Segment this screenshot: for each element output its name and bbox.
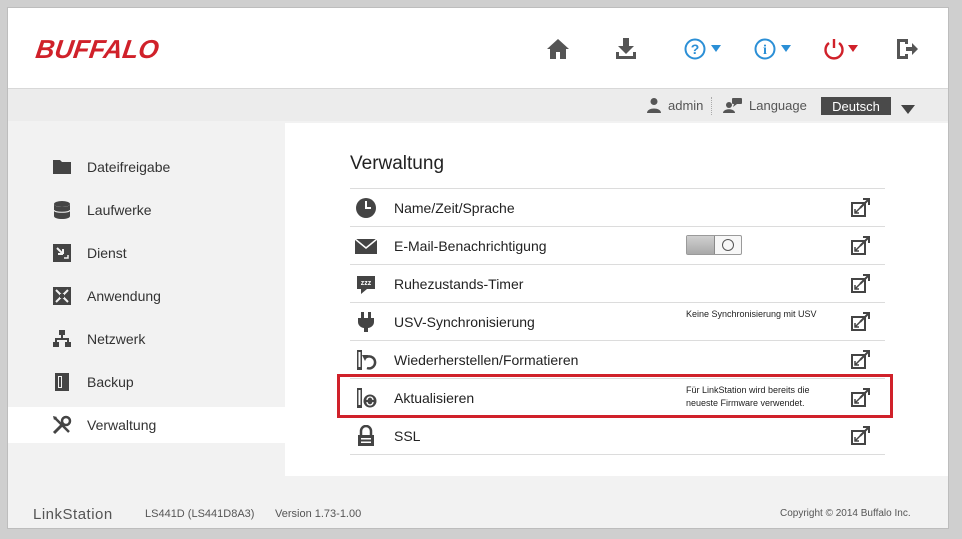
user-icon xyxy=(647,98,661,113)
external-link-icon[interactable] xyxy=(851,273,871,293)
language-label: Language xyxy=(723,97,807,113)
chevron-down-icon[interactable] xyxy=(901,101,915,119)
list-item-email-benachrichtigung[interactable]: E-Mail-Benachrichtigung xyxy=(350,227,885,265)
divider xyxy=(711,97,712,115)
plug-icon xyxy=(358,312,374,332)
svg-text:zzz: zzz xyxy=(361,280,372,287)
update-icon xyxy=(357,388,377,408)
download-icon[interactable] xyxy=(614,36,638,62)
sidebar-item-laufwerke[interactable]: Laufwerke xyxy=(8,192,284,228)
language-select[interactable]: Deutsch xyxy=(821,97,891,115)
firmware-version: Version 1.73-1.00 xyxy=(275,508,362,520)
settings-list: Name/Zeit/Sprache E-Mail-Benachrichtigun… xyxy=(350,188,885,455)
main-panel: Verwaltung Name/Zeit/Sprache E-Mail-Bena… xyxy=(285,123,948,476)
mail-icon xyxy=(355,238,377,254)
lock-icon xyxy=(358,425,374,446)
svg-text:?: ? xyxy=(691,41,700,57)
help-icon[interactable]: ? xyxy=(684,36,724,62)
external-link-icon[interactable] xyxy=(851,235,871,255)
email-toggle-switch[interactable] xyxy=(686,235,742,255)
clock-icon xyxy=(356,198,376,218)
sidebar: Dateifreigabe Laufwerke Dienst Anwendung… xyxy=(8,121,285,476)
external-link-icon[interactable] xyxy=(851,387,871,407)
sub-toolbar: admin Language Deutsch xyxy=(8,89,948,121)
app-window: BUFFALO ? i admin Language Deutsch Datei… xyxy=(8,8,948,528)
sidebar-item-anwendung[interactable]: Anwendung xyxy=(8,278,284,314)
username: admin xyxy=(668,97,704,113)
logout-icon[interactable] xyxy=(895,36,919,62)
header: BUFFALO ? i xyxy=(8,8,948,89)
external-link-icon[interactable] xyxy=(851,311,871,331)
copyright: Copyright © 2014 Buffalo Inc. xyxy=(780,508,911,519)
footer: LinkStation LS441D (LS441D8A3) Version 1… xyxy=(8,476,948,528)
sidebar-item-dateifreigabe[interactable]: Dateifreigabe xyxy=(8,149,284,185)
sidebar-item-netzwerk[interactable]: Netzwerk xyxy=(8,321,284,357)
user-info[interactable]: admin xyxy=(646,97,703,113)
linkstation-brand: LinkStation xyxy=(33,506,113,523)
sidebar-item-dienst[interactable]: Dienst xyxy=(8,235,284,271)
list-item-ruhezustands-timer[interactable]: zzz Ruhezustands-Timer xyxy=(350,265,885,303)
external-link-icon[interactable] xyxy=(851,349,871,369)
list-item-wiederherstellen-formatieren[interactable]: Wiederherstellen/Formatieren xyxy=(350,341,885,379)
folder-icon xyxy=(53,160,71,174)
application-icon xyxy=(53,287,71,305)
firmware-status-note-1: Für LinkStation wird bereits die xyxy=(686,385,810,395)
backup-icon xyxy=(55,373,69,391)
language-icon xyxy=(723,98,742,113)
sleep-timer-icon: zzz xyxy=(357,276,375,294)
drive-icon xyxy=(53,201,71,219)
buffalo-logo: BUFFALO xyxy=(33,34,161,64)
external-link-icon[interactable] xyxy=(851,425,871,445)
list-item-usv-synchronisierung[interactable]: USV-Synchronisierung Keine Synchronisier… xyxy=(350,303,885,341)
firmware-status-note-2: neueste Firmware verwendet. xyxy=(686,398,805,408)
power-icon[interactable] xyxy=(823,36,863,62)
home-icon[interactable] xyxy=(546,36,570,62)
restore-icon xyxy=(357,350,377,370)
ups-status-note: Keine Synchronisierung mit USV xyxy=(686,309,817,319)
sidebar-item-verwaltung[interactable]: Verwaltung xyxy=(8,407,285,443)
sidebar-item-backup[interactable]: Backup xyxy=(8,364,284,400)
list-item-ssl[interactable]: SSL xyxy=(350,417,885,455)
device-model: LS441D (LS441D8A3) xyxy=(145,508,255,520)
network-icon xyxy=(53,330,71,347)
service-icon xyxy=(53,244,71,262)
svg-text:i: i xyxy=(763,43,767,58)
page-title: Verwaltung xyxy=(350,153,445,174)
external-link-icon[interactable] xyxy=(851,197,871,217)
info-icon[interactable]: i xyxy=(754,36,794,62)
list-item-name-zeit-sprache[interactable]: Name/Zeit/Sprache xyxy=(350,189,885,227)
list-item-aktualisieren[interactable]: Aktualisieren Für LinkStation wird berei… xyxy=(350,379,885,417)
tools-icon xyxy=(52,415,72,435)
